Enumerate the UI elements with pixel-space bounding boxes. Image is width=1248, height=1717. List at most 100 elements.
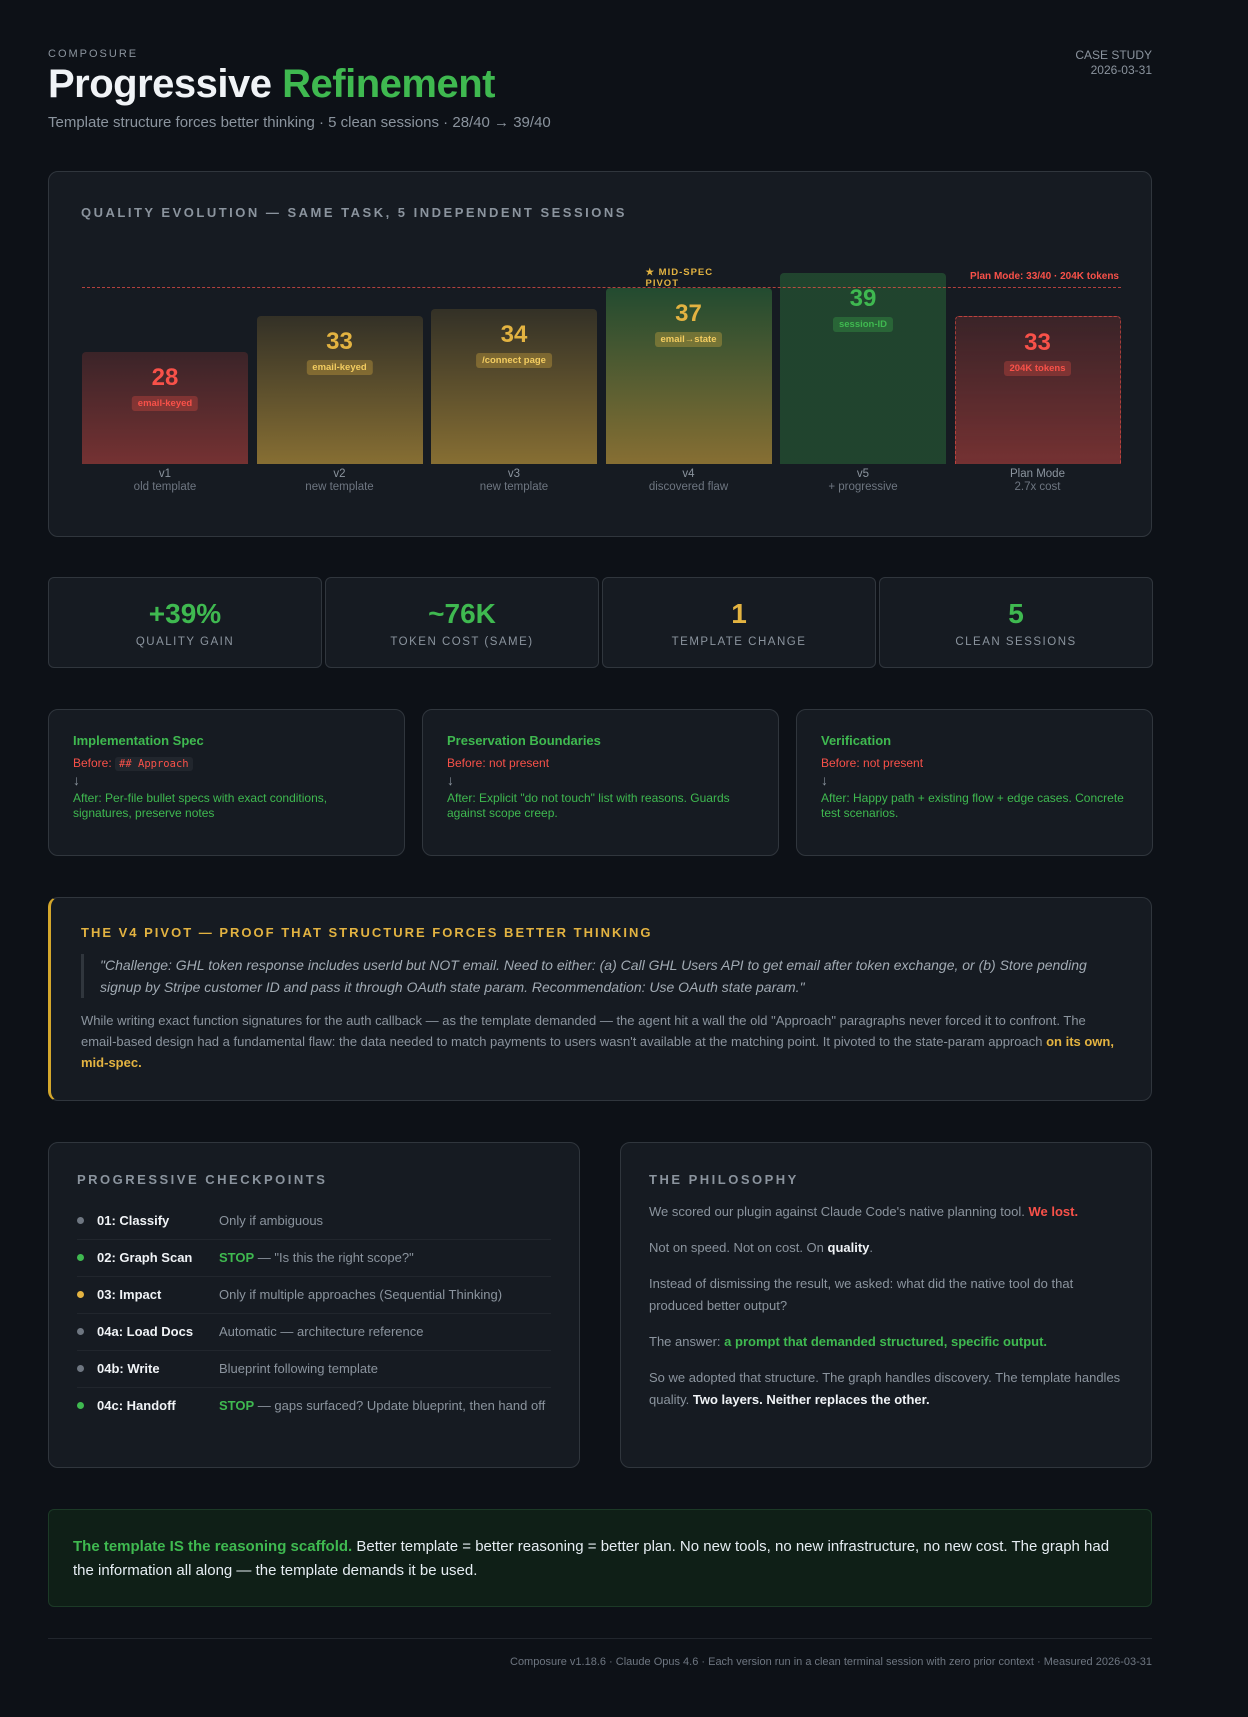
conclusion-emphasis: The template IS the reasoning scaffold.: [73, 1538, 353, 1555]
philosophy-p2-text: Not on speed. Not on cost. On: [649, 1240, 824, 1255]
checkpoint-desc: Only if multiple approaches (Sequential …: [219, 1287, 502, 1303]
conclusion-banner: The template IS the reasoning scaffold. …: [48, 1509, 1152, 1607]
comparison-title: Implementation Spec: [73, 733, 204, 748]
checkpoint-row: 02: Graph Scan STOP — "Is this the right …: [77, 1240, 551, 1277]
stat-card: 5 CLEAN SESSIONS: [879, 577, 1153, 668]
checkpoint-row: 01: Classify Only if ambiguous: [77, 1203, 551, 1240]
checkpoint-desc: Blueprint following template: [219, 1361, 378, 1377]
checkpoint-row: 03: Impact Only if multiple approaches (S…: [77, 1277, 551, 1314]
pivot-body: While writing exact function signatures …: [81, 1010, 1121, 1073]
before-line: Before: not present: [821, 756, 1128, 770]
bar-v4: 37 email→state: [605, 287, 772, 464]
checkpoint-desc: STOP — gaps surfaced? Update blueprint, …: [219, 1398, 545, 1414]
down-arrow-icon: ↓: [73, 772, 80, 788]
bar-value: 34: [500, 321, 528, 349]
chart-title: QUALITY EVOLUTION — SAME TASK, 5 INDEPEN…: [81, 205, 627, 220]
stat-label: TEMPLATE CHANGE: [671, 636, 807, 648]
philosophy-p1: We scored our plugin against Claude Code…: [649, 1201, 1123, 1223]
stat-card: +39% QUALITY GAIN: [48, 577, 322, 668]
before-line: Before: ## Approach: [73, 756, 380, 771]
down-arrow-icon: ↓: [447, 772, 454, 788]
title-main: Progressive: [48, 62, 272, 106]
x-tick-label: v4: [682, 468, 695, 480]
stat-card: 1 TEMPLATE CHANGE: [602, 577, 876, 668]
bar-v1: 28 email-keyed: [82, 352, 248, 464]
pivot-body-text: While writing exact function signatures …: [81, 1013, 1086, 1049]
bar-tag: /connect page: [476, 353, 552, 369]
bar-tag: email-keyed: [306, 360, 373, 376]
checkpoints-list: 01: Classify Only if ambiguous 02: Graph S…: [77, 1203, 551, 1424]
philosophy-p2: Not on speed. Not on cost. On quality.: [649, 1237, 1123, 1259]
checkpoint-name: 04b: Write: [97, 1361, 160, 1376]
bar-tag: email-keyed: [131, 396, 199, 412]
bar-tag: session-ID: [832, 317, 894, 333]
philosophy-p4: The answer: a prompt that demanded struc…: [649, 1331, 1123, 1353]
stat-value: ~76K: [428, 598, 496, 629]
checkpoint-desc-text: — "Is this the right scope?": [254, 1250, 414, 1265]
pivot-title: THE V4 PIVOT — PROOF THAT STRUCTURE FORC…: [81, 925, 653, 940]
stat-value: +39%: [148, 598, 222, 629]
philosophy-p1-text: We scored our plugin against Claude Code…: [649, 1204, 1025, 1219]
x-axis-label: v1 old template: [82, 468, 248, 494]
x-tick-sublabel: 2.7x cost: [1014, 481, 1061, 493]
checkpoint-desc: Automatic — architecture reference: [219, 1324, 423, 1340]
reference-line-label: Plan Mode: 33/40 · 204K tokens: [970, 271, 1119, 283]
philosophy-p2-end: .: [869, 1240, 874, 1255]
comparison-card: Implementation Spec Before: ## Approach ↓ A…: [48, 709, 405, 856]
x-tick-label: v3: [507, 468, 521, 480]
after-line: After: Explicit "do not touch" list with…: [447, 791, 730, 820]
stat-value: 5: [1008, 598, 1024, 629]
before-line: Before: not present: [447, 756, 754, 770]
bar-plan-mode: 33 204K tokens: [954, 316, 1121, 464]
bar-value: 39: [849, 285, 877, 313]
status-dot-icon: [77, 1328, 84, 1335]
stat-label: CLEAN SESSIONS: [955, 636, 1077, 648]
stat-label: QUALITY GAIN: [135, 636, 235, 648]
case-date: 2026-03-31: [1090, 63, 1152, 77]
title-accent: Refinement: [282, 62, 495, 106]
x-tick-sublabel: old template: [133, 481, 197, 493]
checkpoint-desc-text: Only if ambiguous: [219, 1213, 324, 1228]
philosophy-p4-em: a prompt that demanded structured, speci…: [724, 1334, 1048, 1349]
checkpoint-desc-text: Only if multiple approaches (Sequential …: [219, 1287, 503, 1302]
before-label: Before: not present: [821, 756, 924, 770]
checkpoint-row: 04c: Handoff STOP — gaps surfaced? Update…: [77, 1388, 551, 1424]
reference-line: [82, 287, 1121, 289]
stat-card: ~76K TOKEN COST (SAME): [325, 577, 599, 668]
philosophy-p5: So we adopted that structure. The graph …: [649, 1367, 1123, 1411]
checkpoint-row: 04a: Load Docs Automatic — architecture r…: [77, 1314, 551, 1351]
checkpoint-name: 04a: Load Docs: [97, 1324, 194, 1339]
bar-value: 33: [1024, 329, 1051, 357]
pivot-quote: "Challenge: GHL token response includes …: [81, 954, 1121, 998]
stat-value: 1: [731, 598, 747, 629]
quality-chart-card: QUALITY EVOLUTION — SAME TASK, 5 INDEPEN…: [48, 171, 1152, 537]
page-title: Progressive Refinement: [48, 62, 495, 107]
x-tick-label: v1: [158, 468, 172, 480]
stat-label: TOKEN COST (SAME): [390, 636, 534, 648]
checkpoints-title: PROGRESSIVE CHECKPOINTS: [77, 1172, 328, 1187]
bar-v5: 39 session-ID: [780, 273, 946, 464]
philosophy-card: THE PHILOSOPHY We scored our plugin agai…: [620, 1142, 1152, 1468]
bar-v2: 33 email-keyed: [256, 316, 423, 464]
philosophy-p1-em: We lost.: [1028, 1204, 1079, 1219]
status-dot-icon: [77, 1217, 84, 1224]
status-dot-icon: [77, 1365, 84, 1372]
bar-value: 37: [675, 299, 702, 327]
case-label: CASE STUDY: [1075, 48, 1152, 62]
before-label: Before:: [73, 756, 112, 770]
status-dot-icon: [77, 1291, 84, 1298]
pivot-card: THE V4 PIVOT — PROOF THAT STRUCTURE FORC…: [48, 897, 1152, 1101]
checkpoint-desc: Only if ambiguous: [219, 1213, 323, 1229]
checkpoint-stop: STOP: [219, 1398, 255, 1413]
checkpoint-desc-text: Blueprint following template: [219, 1361, 378, 1376]
checkpoint-name: 02: Graph Scan: [97, 1250, 193, 1265]
checkpoint-desc: STOP — "Is this the right scope?": [219, 1250, 414, 1266]
footer-note: Composure v1.18.6 · Claude Opus 4.6 · Ea…: [510, 1656, 1152, 1668]
x-tick-label: v2: [333, 468, 346, 480]
bar-value: 33: [326, 328, 353, 356]
x-tick-sublabel: + progressive: [828, 481, 898, 493]
checkpoints-card: PROGRESSIVE CHECKPOINTS 01: Classify Only…: [48, 1142, 580, 1468]
checkpoint-name: 01: Classify: [97, 1213, 170, 1228]
philosophy-title: THE PHILOSOPHY: [649, 1172, 799, 1187]
philosophy-p4-text: The answer:: [649, 1334, 721, 1349]
